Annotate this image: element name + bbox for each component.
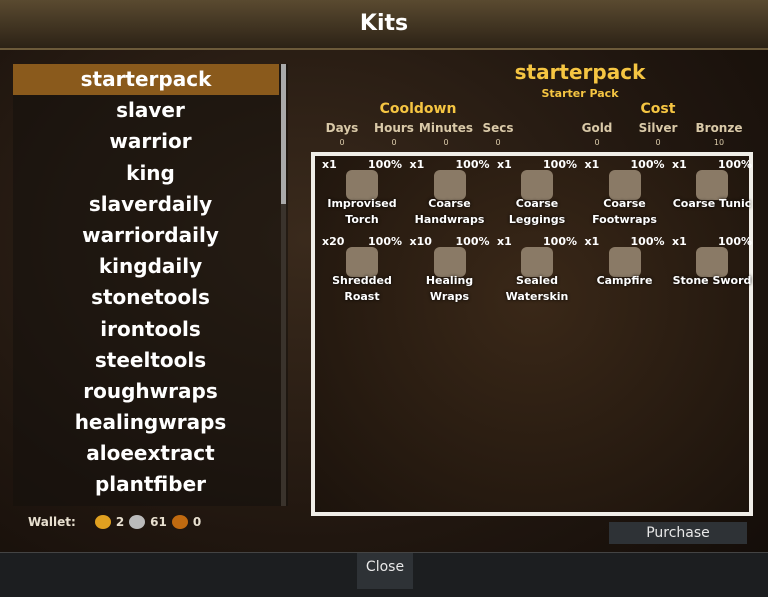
cooldown-label: Hours: [374, 121, 414, 135]
item-name: Coarse Handwraps: [414, 197, 485, 226]
cooldown-label: Days: [325, 121, 359, 135]
kit-title: starterpack: [514, 60, 646, 84]
bronze-coin-icon: [171, 515, 188, 529]
kit-item-warriordaily[interactable]: warriordaily: [13, 220, 288, 251]
item-percent: 100%: [543, 158, 577, 171]
item-qty: x20: [322, 235, 345, 248]
item-qty: x1: [409, 158, 425, 171]
item-qty: x1: [672, 235, 687, 248]
cooldown-value: 0: [391, 138, 397, 147]
kit-item-slot[interactable]: x1 100% Stone Sword: [668, 233, 756, 309]
kit-item-slaverdaily[interactable]: slaverdaily: [13, 189, 288, 220]
wallet-gold: 2: [115, 515, 125, 529]
cost-label: Cost: [640, 101, 676, 117]
kit-item-steeltools[interactable]: steeltools: [13, 345, 288, 376]
item-name: Campfire: [596, 274, 653, 287]
kit-item-slot[interactable]: x1 100% Coarse Handwraps: [406, 156, 494, 232]
item-qty: x1: [497, 158, 512, 171]
cooldown-value: 0: [339, 138, 345, 147]
item-name: Coarse Leggings: [508, 197, 566, 226]
kit-item-slot[interactable]: x1 100% Coarse Tunic: [668, 156, 756, 232]
item-percent: 100%: [368, 158, 402, 171]
item-qty: x1: [497, 235, 512, 248]
kit-item-slot[interactable]: x1 100% Coarse Leggings: [493, 156, 581, 232]
item-name: Improvised Torch: [327, 197, 397, 226]
kit-item-slot[interactable]: x20 100% Shredded Roast: [318, 233, 406, 309]
kit-item-kingdaily[interactable]: kingdaily: [13, 251, 288, 282]
item-name: Coarse Tunic: [672, 197, 752, 210]
item-qty: x10: [409, 235, 432, 248]
kit-subtitle: Starter Pack: [541, 87, 619, 100]
cooldown-value: 0: [495, 138, 501, 147]
cooldown-label: Secs: [482, 121, 514, 135]
kit-item-slot[interactable]: x1 100% Improvised Torch: [318, 156, 406, 232]
kit-item-slot[interactable]: x1 100% Campfire: [581, 233, 669, 309]
kit-item-king[interactable]: king: [13, 158, 288, 189]
kit-list-scrollbar[interactable]: [281, 64, 286, 506]
cooldown-value: 0: [443, 138, 449, 147]
item-percent: 100%: [718, 235, 752, 248]
wallet: Wallet: 2 61 0: [28, 515, 201, 529]
item-name: Healing Wraps: [425, 274, 474, 303]
close-button[interactable]: Close: [357, 553, 413, 589]
cooldown-label: Minutes: [418, 121, 474, 135]
cost-value: 0: [594, 138, 600, 147]
item-name: Shredded Roast: [332, 274, 392, 303]
cost-label: Gold: [581, 121, 613, 135]
kit-item-warrior[interactable]: warrior: [13, 126, 288, 157]
kit-item-irontools[interactable]: irontools: [13, 314, 288, 345]
item-qty: x1: [584, 158, 600, 171]
kit-item-plantfiber[interactable]: plantfiber: [13, 469, 288, 500]
purchase-button[interactable]: Purchase: [609, 522, 747, 544]
item-qty: x1: [322, 158, 337, 171]
cost-value: 0: [655, 138, 661, 147]
wallet-silver: 61: [150, 515, 167, 529]
kit-item-slot[interactable]: x1 100% Coarse Footwraps: [581, 156, 669, 232]
kit-item-slot[interactable]: x10 100% Healing Wraps: [406, 233, 494, 309]
kit-item-slot[interactable]: x1 100% Sealed Waterskin: [493, 233, 581, 309]
item-qty: x1: [672, 158, 687, 171]
silver-coin-icon: [129, 515, 146, 529]
scrollbar-thumb[interactable]: [281, 64, 286, 204]
item-name: Coarse Footwraps: [592, 197, 657, 226]
item-name: Sealed Waterskin: [505, 274, 569, 303]
wallet-label: Wallet:: [28, 515, 76, 529]
item-percent: 100%: [543, 235, 577, 248]
gold-coin-icon: [94, 515, 111, 529]
wallet-bronze: 0: [192, 515, 202, 529]
kit-item-roughwraps[interactable]: roughwraps: [13, 376, 288, 407]
kit-item-healingwraps[interactable]: healingwraps: [13, 407, 288, 438]
kit-item-slaver[interactable]: slaver: [13, 95, 288, 126]
cost-value: 10: [713, 138, 725, 147]
window-title: Kits: [0, 0, 768, 50]
cost-label: Silver: [638, 121, 678, 135]
item-name: Stone Sword: [672, 274, 752, 287]
cost-label: Bronze: [695, 121, 743, 135]
kit-item-stonetools[interactable]: stonetools: [13, 282, 288, 313]
cooldown-label: Cooldown: [379, 101, 457, 117]
kit-item-starterpack[interactable]: starterpack: [13, 64, 279, 96]
item-qty: x1: [584, 235, 600, 248]
kit-item-aloeextract[interactable]: aloeextract: [13, 438, 288, 469]
item-percent: 100%: [718, 158, 752, 171]
item-percent: 100%: [368, 235, 402, 248]
kit-list: starterpack slaver warrior king slaverdaily w…: [13, 64, 288, 506]
